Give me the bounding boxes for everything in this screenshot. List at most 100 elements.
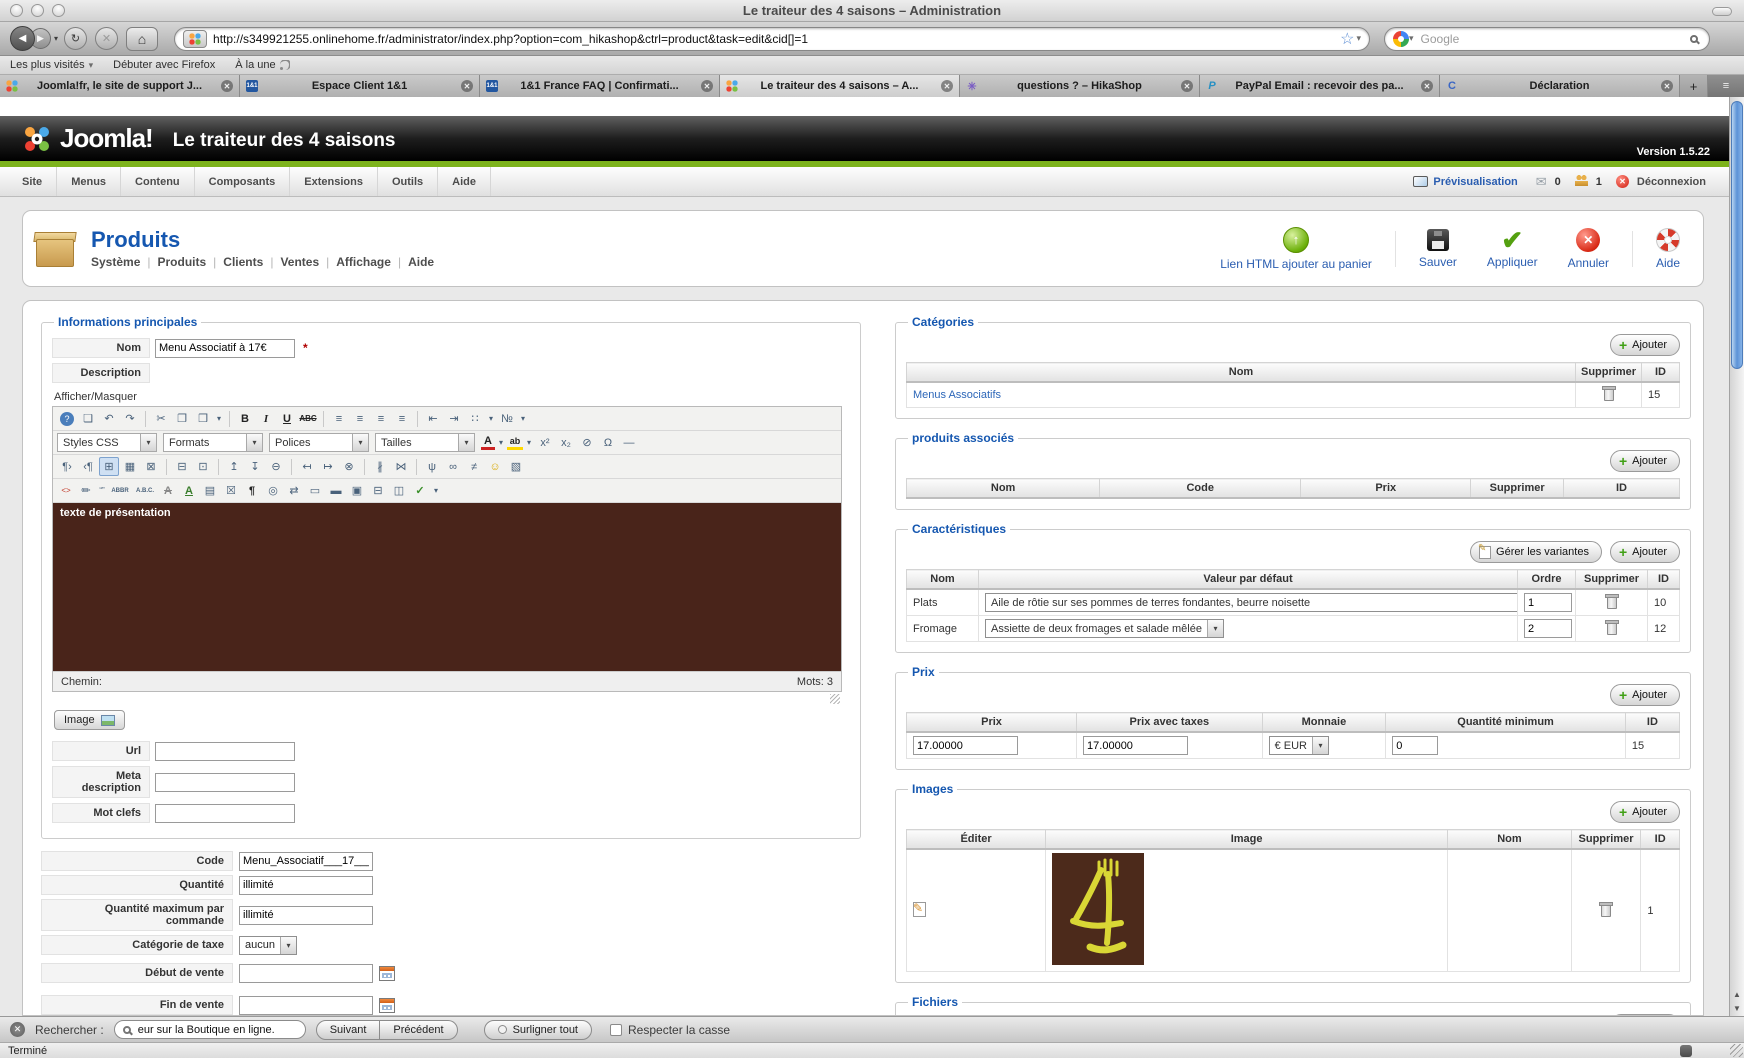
close-icon[interactable]: ✕ (221, 80, 233, 92)
merge-cells-icon[interactable]: ⋈ (391, 458, 411, 476)
trash-icon[interactable] (1599, 901, 1614, 917)
resize-grip[interactable] (1730, 1044, 1743, 1057)
fullscreen-icon[interactable]: ▣ (347, 482, 367, 500)
highlight-all-button[interactable]: Surligner tout (483, 1019, 592, 1040)
find-input[interactable]: eur sur la Boutique en ligne. (113, 1020, 306, 1039)
manage-variants-button[interactable]: Gérer les variantes (1470, 541, 1602, 563)
highlight-caret-icon[interactable]: ▾ (524, 434, 534, 452)
bookmark-latest-headlines[interactable]: À la une (235, 59, 290, 71)
tab-espace-client[interactable]: Espace Client 1&1 ✕ (240, 75, 480, 97)
insert-row-below-icon[interactable]: ↧ (245, 458, 265, 476)
tab-hikashop-questions[interactable]: questions ? – HikaShop ✕ (960, 75, 1200, 97)
bookmark-caret-icon[interactable]: ▾ (1356, 33, 1361, 44)
sale-end-input[interactable] (239, 995, 373, 1015)
search-placeholder[interactable]: Google (1421, 32, 1690, 46)
reload-button[interactable]: ↻ (64, 27, 88, 50)
link-icon[interactable]: ∞ (443, 458, 463, 476)
price-input[interactable] (913, 736, 1018, 755)
close-icon[interactable]: ✕ (701, 80, 713, 92)
submenu-aide[interactable]: Aide (408, 255, 434, 269)
new-document-icon[interactable]: ❏ (78, 410, 98, 428)
close-icon[interactable]: ✕ (1661, 80, 1673, 92)
superscript-icon[interactable]: x² (535, 434, 555, 452)
url-input[interactable] (155, 741, 295, 761)
url-bar[interactable]: http://s349921255.onlinehome.fr/administ… (174, 26, 1371, 51)
help-icon[interactable]: ? (60, 411, 74, 426)
find-next-button[interactable]: Suivant (315, 1019, 381, 1040)
abbreviation-icon[interactable]: ABBR (108, 482, 132, 500)
order-input[interactable] (1524, 619, 1572, 638)
bullet-list-caret-icon[interactable]: ▾ (486, 410, 496, 428)
menu-contenu[interactable]: Contenu (121, 167, 195, 196)
bold-icon[interactable]: B (235, 410, 255, 428)
visual-chars-icon[interactable]: ¶ (242, 482, 262, 500)
back-button[interactable]: ◀ (10, 26, 35, 51)
editor-content[interactable]: texte de présentation (53, 503, 841, 671)
mail-icon[interactable]: ✉ (1536, 174, 1547, 190)
url-text[interactable]: http://s349921255.onlinehome.fr/administ… (213, 32, 1340, 46)
italic-icon[interactable]: I (256, 410, 276, 428)
delete-row-icon[interactable]: ⊖ (266, 458, 286, 476)
site-identity-button[interactable] (183, 29, 208, 48)
trash-icon[interactable] (1601, 386, 1616, 401)
calendar-icon[interactable] (379, 965, 395, 981)
find-previous-button[interactable]: Précédent (380, 1019, 458, 1040)
unlink-icon[interactable]: ≠ (464, 458, 484, 476)
tab-traiteur-admin[interactable]: Le traiteur des 4 saisons – A... ✕ (720, 75, 960, 97)
tab-1and1-faq[interactable]: 1&1 France FAQ | Confirmati... ✕ (480, 75, 720, 97)
quantity-input[interactable] (239, 875, 373, 895)
numbered-list-icon[interactable]: № (497, 410, 517, 428)
eraser-icon[interactable]: ⊘ (577, 434, 597, 452)
copy-icon[interactable]: ❐ (172, 410, 192, 428)
vertical-scrollbar[interactable]: ▲ ▼ (1729, 97, 1744, 1016)
search-bar[interactable]: ▾ Google (1384, 26, 1711, 51)
toggle-editor-link[interactable]: Afficher/Masquer (54, 391, 850, 403)
paste-caret-icon[interactable]: ▾ (214, 410, 224, 428)
search-icon[interactable] (1690, 34, 1699, 43)
redo-icon[interactable]: ↷ (120, 410, 140, 428)
add-price-button[interactable]: + Ajouter (1609, 684, 1680, 706)
characteristic-default-select[interactable]: Aile de rôtie sur ses pommes de terres f… (985, 593, 1517, 612)
menu-menus[interactable]: Menus (57, 167, 122, 196)
image-button[interactable]: Image (54, 710, 125, 730)
submenu-clients[interactable]: Clients (223, 255, 263, 269)
insert-table-icon[interactable]: ⊞ (99, 457, 119, 476)
menu-composants[interactable]: Composants (195, 167, 291, 196)
scrollbar-thumb[interactable] (1731, 101, 1743, 369)
keywords-input[interactable] (155, 803, 295, 823)
outdent-icon[interactable]: ⇤ (423, 410, 443, 428)
logout-icon[interactable]: ✕ (1615, 175, 1629, 188)
deletion-icon[interactable]: A (158, 482, 178, 500)
find-icon[interactable]: ◎ (263, 482, 283, 500)
category-link[interactable]: Menus Associatifs (913, 389, 1001, 401)
styles-select[interactable]: Styles CSS ▾ (57, 433, 157, 452)
menu-site[interactable]: Site (8, 167, 58, 196)
cut-icon[interactable]: ✂ (151, 410, 171, 428)
undo-icon[interactable]: ↶ (99, 410, 119, 428)
bookmark-getting-started[interactable]: Débuter avec Firefox (113, 59, 215, 71)
formats-select[interactable]: Formats ▾ (163, 433, 263, 452)
min-quantity-input[interactable] (1392, 736, 1439, 755)
delete-col-icon[interactable]: ⊗ (339, 458, 359, 476)
underline-icon[interactable]: U (277, 410, 297, 428)
name-input[interactable] (155, 338, 295, 358)
split-cells-icon[interactable]: ∦ (370, 458, 390, 476)
bookmark-most-visited[interactable]: Les plus visités ▾ (10, 59, 93, 71)
insertion-icon[interactable]: A (179, 482, 199, 500)
tab-list-button[interactable]: ≡ (1708, 75, 1744, 97)
rtl-icon[interactable]: ‹¶ (78, 458, 98, 476)
scroll-down-icon[interactable]: ▼ (1730, 1001, 1744, 1015)
close-icon[interactable]: ✕ (1181, 80, 1193, 92)
fonts-select[interactable]: Polices ▾ (269, 433, 369, 452)
currency-select[interactable]: € EUR ▾ (1268, 736, 1329, 755)
insert-col-right-icon[interactable]: ↦ (318, 458, 338, 476)
price-tax-input[interactable] (1083, 736, 1189, 755)
preview-icon[interactable]: ◫ (389, 482, 409, 500)
row-properties-icon[interactable]: ⊟ (172, 458, 192, 476)
add-category-button[interactable]: + Ajouter (1609, 334, 1680, 356)
product-image[interactable] (1052, 853, 1145, 965)
close-icon[interactable]: ✕ (1421, 80, 1433, 92)
code-input[interactable] (239, 851, 373, 871)
submenu-systeme[interactable]: Système (91, 255, 140, 269)
emoticon-icon[interactable]: ☺ (485, 458, 505, 476)
